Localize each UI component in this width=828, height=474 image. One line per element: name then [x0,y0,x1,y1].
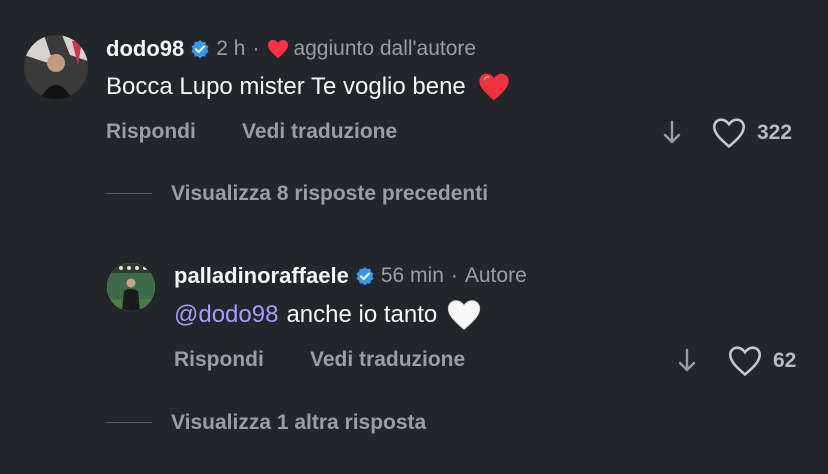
liked-by-author-label: aggiunto dall'autore [293,37,477,60]
author-badge: Autore [464,264,527,287]
reply-avatar[interactable] [107,263,155,311]
comment-text: Bocca Lupo mister Te voglio bene [106,73,466,100]
like-heart-icon[interactable] [712,117,746,149]
view-more-replies-button[interactable]: Visualizza 1 altra risposta [171,411,426,435]
reply-time: 56 min [380,264,444,287]
downvote-icon[interactable] [675,347,699,375]
translate-button[interactable]: Vedi traduzione [310,348,465,372]
separator-dot: · [450,264,458,287]
reply-username[interactable]: palladinoraffaele [174,263,349,289]
verified-icon [355,266,375,286]
translate-button[interactable]: Vedi traduzione [242,120,397,144]
like-count: 62 [773,349,797,372]
reply-button[interactable]: Rispondi [174,348,264,372]
red-heart-emoji [478,72,510,102]
mention-link[interactable]: @dodo98 [174,301,278,329]
reply-header: palladinoraffaele 56 min · Autore [174,261,527,291]
avatar[interactable] [24,35,88,99]
reply-text: anche io tanto [286,301,438,328]
comment-username[interactable]: dodo98 [106,36,184,62]
comment-body: Bocca Lupo mister Te voglio bene [106,70,510,104]
comment-header: dodo98 2 h · aggiunto dall'autore [106,34,476,64]
reply-body: @dodo98 anche io tanto [174,298,481,332]
reply-button[interactable]: Rispondi [106,120,196,144]
thread-divider [106,422,152,423]
verified-icon [190,39,210,59]
heart-filled-icon [267,39,289,59]
separator-dot: · [252,37,260,60]
like-heart-icon[interactable] [728,345,762,377]
thread-divider [106,193,152,194]
comment-time: 2 h [216,37,246,60]
white-heart-emoji [447,299,481,331]
like-count: 322 [757,121,793,144]
downvote-icon[interactable] [660,119,684,147]
view-previous-replies-button[interactable]: Visualizza 8 risposte precedenti [171,182,488,206]
